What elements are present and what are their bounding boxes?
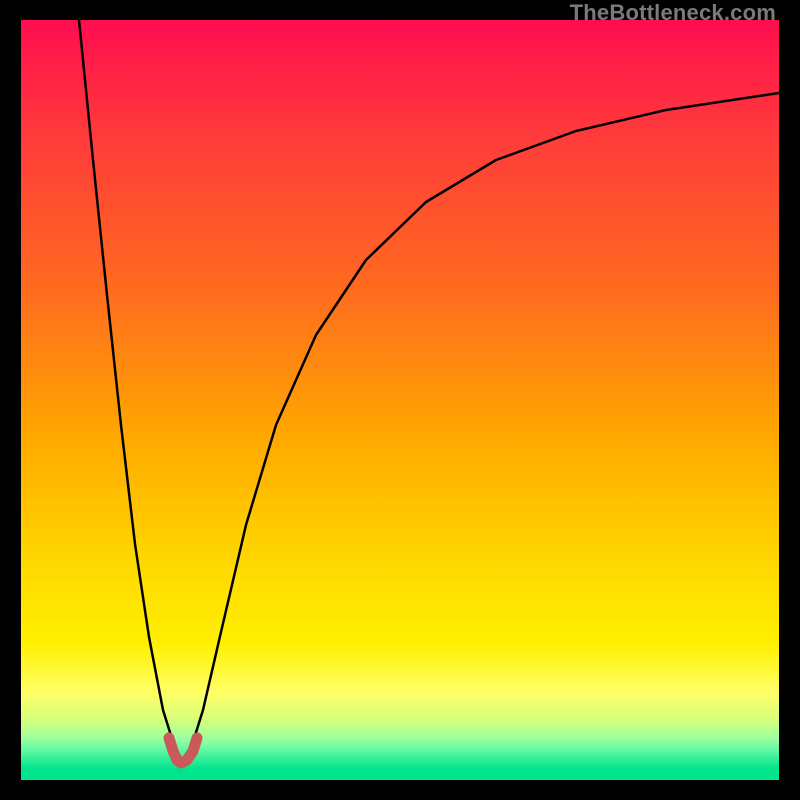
gradient-rect — [21, 20, 779, 780]
gradient-background-chart — [21, 20, 779, 780]
plot-area — [21, 20, 779, 780]
chart-frame: TheBottleneck.com — [0, 0, 800, 800]
